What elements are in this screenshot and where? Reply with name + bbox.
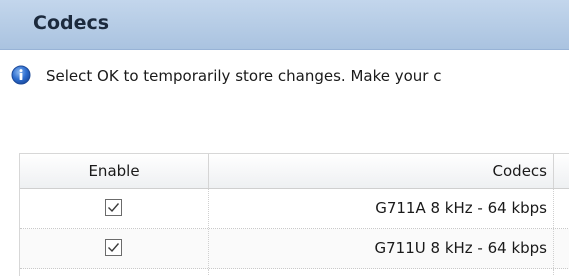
table-header: Enable Codecs bbox=[20, 153, 569, 189]
info-message: Select OK to temporarily store changes. … bbox=[46, 67, 442, 85]
column-divider bbox=[553, 269, 555, 276]
enable-cell bbox=[20, 189, 208, 228]
codecs-table: Enable Codecs G711A 8 kHz - 64 kbps G711… bbox=[19, 153, 569, 276]
table-row[interactable]: G711U 8 kHz - 64 kbps bbox=[20, 229, 569, 269]
column-divider bbox=[208, 269, 210, 276]
section-header: Codecs bbox=[0, 0, 569, 50]
codecs-page: Codecs Select OK to temporarily store ch… bbox=[0, 0, 569, 276]
column-divider bbox=[553, 229, 555, 268]
checkmark-icon bbox=[108, 203, 120, 213]
codec-cell: G711A 8 kHz - 64 kbps bbox=[209, 189, 553, 228]
column-header-enable[interactable]: Enable bbox=[20, 154, 209, 188]
enable-checkbox[interactable] bbox=[105, 239, 122, 256]
codec-name: G711A 8 kHz - 64 kbps bbox=[375, 199, 547, 217]
info-icon bbox=[11, 65, 31, 85]
section-title: Codecs bbox=[33, 12, 110, 34]
codec-cell: G711U 8 kHz - 64 kbps bbox=[209, 229, 553, 268]
column-header-codecs[interactable]: Codecs bbox=[209, 154, 554, 188]
checkmark-icon bbox=[108, 243, 120, 253]
enable-cell bbox=[20, 229, 208, 268]
table-row[interactable]: G711A 8 kHz - 64 kbps bbox=[20, 189, 569, 229]
column-divider bbox=[553, 189, 555, 228]
codec-name: G711U 8 kHz - 64 kbps bbox=[374, 239, 548, 257]
column-header-codecs-label: Codecs bbox=[492, 162, 547, 180]
table-row-partial bbox=[20, 269, 569, 276]
enable-checkbox[interactable] bbox=[105, 199, 122, 216]
info-banner: Select OK to temporarily store changes. … bbox=[0, 50, 569, 112]
